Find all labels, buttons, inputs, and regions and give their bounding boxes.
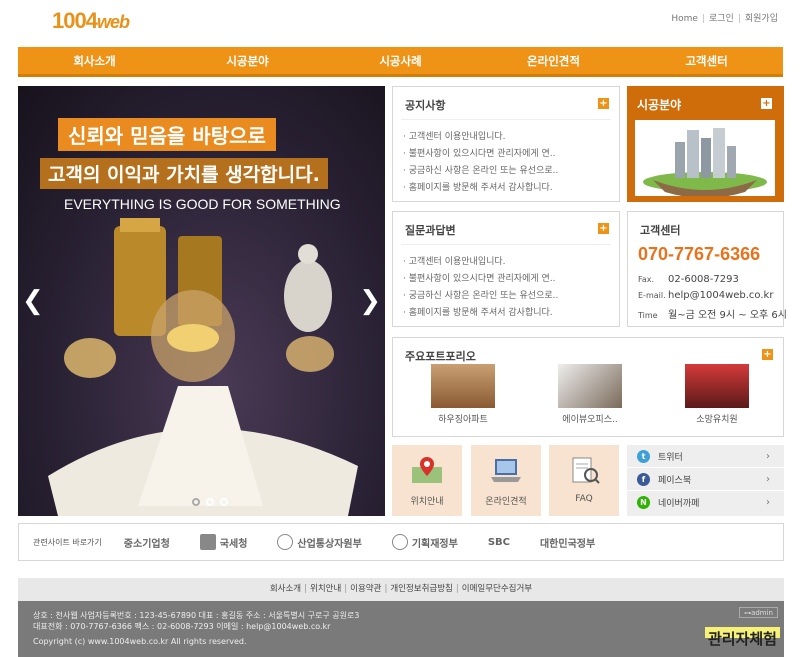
qna-item[interactable]: · 궁금하신 사항은 온라인 또는 유선으로.. xyxy=(403,288,558,305)
footer-link[interactable]: 위치안내 xyxy=(310,584,341,594)
notice-item[interactable]: · 궁금하신 사항은 온라인 또는 유선으로.. xyxy=(403,163,558,180)
portfolio-panel: 주요포트포리오 + 하우징아파트 에이뷰오피스.. 소망유치원 xyxy=(392,337,784,437)
chevron-right-icon: › xyxy=(766,473,770,485)
sns-panel: t 트위터 › f 페이스북 › N 네이버까페 › xyxy=(627,445,784,516)
location-button[interactable]: 위치안내 xyxy=(392,445,462,516)
signup-link[interactable]: 회원가입 xyxy=(745,14,778,24)
portfolio-item[interactable]: 소망유치원 xyxy=(677,364,757,425)
footer-nav: 회사소개 | 위치안내 | 이용약관 | 개인정보취급방침 | 이메일무단수집거부 xyxy=(18,578,784,601)
nav-item-company[interactable]: 회사소개 xyxy=(18,47,171,74)
related-site-link[interactable]: 국세청 xyxy=(199,534,247,550)
footer-link[interactable]: 이용약관 xyxy=(350,584,381,594)
footer-link[interactable]: 개인정보취급방침 xyxy=(390,584,453,594)
notice-title: 공지사항 xyxy=(405,99,446,112)
nav-item-fields[interactable]: 시공분야 xyxy=(171,47,324,74)
slider-next-button[interactable]: ❯ xyxy=(359,286,381,316)
portfolio-title: 주요포트포리오 xyxy=(405,350,476,363)
qna-more-button[interactable]: + xyxy=(598,223,609,234)
logo-web: web xyxy=(96,12,130,32)
twitter-label: 트위터 xyxy=(658,452,683,463)
estimate-button[interactable]: 온라인견적 xyxy=(471,445,541,516)
notice-item[interactable]: · 불편사항이 있으시다면 관리자에게 연.. xyxy=(403,146,558,163)
twitter-icon: t xyxy=(637,449,650,463)
slider-dot[interactable] xyxy=(192,498,200,506)
logo-number: 1004 xyxy=(52,8,98,33)
nav-item-cases[interactable]: 시공사례 xyxy=(324,47,477,74)
footer-info: 상호 : 천사웹 사업자등록번호 : 123-45-67890 대표 : 홍길동… xyxy=(18,601,784,657)
notice-more-button[interactable]: + xyxy=(598,98,609,109)
footer-link[interactable]: 이메일무단수집거부 xyxy=(462,584,532,594)
naver-cafe-link[interactable]: N 네이버까페 › xyxy=(627,491,784,514)
twitter-link[interactable]: t 트위터 › xyxy=(627,445,784,468)
facebook-icon: f xyxy=(637,472,650,486)
slider-prev-button[interactable]: ❮ xyxy=(22,286,44,316)
laptop-icon xyxy=(491,459,521,482)
company-info: 상호 : 천사웹 사업자등록번호 : 123-45-67890 대표 : 홍길동… xyxy=(33,611,360,620)
related-site-link[interactable]: 대한민국정부 xyxy=(540,535,595,550)
qna-item[interactable]: · 홈페이지를 방문해 주셔서 감사합니다. xyxy=(403,305,558,322)
home-link[interactable]: Home xyxy=(671,14,698,24)
related-site-link[interactable]: 기획재정부 xyxy=(391,534,458,550)
copyright: Copyright (c) www.1004web.co.kr All righ… xyxy=(33,637,247,646)
naver-icon: N xyxy=(637,496,650,509)
portfolio-item[interactable]: 에이뷰오피스.. xyxy=(550,364,630,425)
login-link[interactable]: 로그인 xyxy=(709,14,734,24)
document-icon xyxy=(572,457,600,484)
qna-item[interactable]: · 고객센터 이용안내입니다. xyxy=(403,254,558,271)
portfolio-more-button[interactable]: + xyxy=(762,349,773,360)
naver-cafe-label: 네이버까페 xyxy=(658,499,700,509)
faq-button[interactable]: FAQ xyxy=(549,445,619,516)
related-sites-bar: 관련사이트 바로가기 중소기업청 국세청 산업통상자원부 기획재정부 SBC 대… xyxy=(18,523,784,561)
top-links: Home | 로그인 | 회원가입 xyxy=(671,14,778,24)
faq-label: FAQ xyxy=(575,494,593,504)
location-label: 위치안내 xyxy=(410,497,444,507)
nav-item-support[interactable]: 고객센터 xyxy=(630,47,783,74)
field-image[interactable] xyxy=(635,120,775,198)
notice-item[interactable]: · 홈페이지를 방문해 주셔서 감사합니다. xyxy=(403,180,558,197)
chevron-right-icon: › xyxy=(766,497,770,508)
site-logo[interactable]: 1004web xyxy=(52,8,130,34)
slider-caption-3: EVERYTHING IS GOOD FOR SOMETHING xyxy=(64,196,341,212)
customer-center-panel: 고객센터 070-7767-6366 Fax. 02-6008-7293 E-ma… xyxy=(627,211,787,327)
main-slider: 신뢰와 믿음을 바탕으로 고객의 이익과 가치를 생각합니다. EVERYTHI… xyxy=(18,86,385,516)
slider-caption-1: 신뢰와 믿음을 바탕으로 xyxy=(58,118,276,151)
facebook-link[interactable]: f 페이스북 › xyxy=(627,468,784,491)
slider-caption-2: 고객의 이익과 가치를 생각합니다. xyxy=(40,158,328,189)
related-site-link[interactable]: SBC xyxy=(488,537,510,548)
notice-panel: 공지사항 + · 고객센터 이용안내입니다. · 불편사항이 있으시다면 관리자… xyxy=(392,86,620,202)
field-panel: 시공분야 + xyxy=(627,86,784,202)
portfolio-item[interactable]: 하우징아파트 xyxy=(423,364,503,425)
cs-title: 고객센터 xyxy=(640,224,681,237)
slider-dot[interactable] xyxy=(206,498,214,506)
footer-link[interactable]: 회사소개 xyxy=(270,584,301,594)
chevron-right-icon: › xyxy=(766,450,770,462)
slider-dot[interactable] xyxy=(220,498,228,506)
qna-item[interactable]: · 불편사항이 있으시다면 관리자에게 연.. xyxy=(403,271,558,288)
related-sites-label: 관련사이트 바로가기 xyxy=(33,537,102,547)
qna-title: 질문과답변 xyxy=(405,224,456,237)
nav-item-estimate[interactable]: 온라인견적 xyxy=(477,47,630,74)
field-more-button[interactable]: + xyxy=(761,98,772,109)
facebook-label: 페이스북 xyxy=(658,475,692,486)
cs-fax-row: Fax. 02-6008-7293 xyxy=(638,274,739,285)
field-title: 시공분야 xyxy=(637,98,682,112)
related-site-link[interactable]: 중소기업청 xyxy=(124,535,170,550)
admin-trial-button[interactable]: 관리자체험 xyxy=(704,627,780,648)
map-pin-icon xyxy=(412,457,442,483)
related-site-link[interactable]: 산업통상자원부 xyxy=(277,534,362,550)
notice-item[interactable]: · 고객센터 이용안내입니다. xyxy=(403,129,558,146)
cs-email-row: E-mail. help@1004web.co.kr xyxy=(638,290,774,301)
cs-time-row: Time 월~금 오전 9시 ~ 오후 6시 xyxy=(638,310,787,321)
qna-panel: 질문과답변 + · 고객센터 이용안내입니다. · 불편사항이 있으시다면 관리… xyxy=(392,211,620,327)
estimate-label: 온라인견적 xyxy=(485,497,527,507)
cs-phone: 070-7767-6366 xyxy=(638,244,761,264)
admin-button[interactable]: ⊶admin xyxy=(739,607,778,618)
slider-pager xyxy=(192,498,234,509)
contact-info: 대표전화 : 070-7767-6366 팩스 : 02-6008-7293 이… xyxy=(33,622,331,631)
main-nav: 회사소개 시공분야 시공사례 온라인견적 고객센터 xyxy=(18,47,783,77)
